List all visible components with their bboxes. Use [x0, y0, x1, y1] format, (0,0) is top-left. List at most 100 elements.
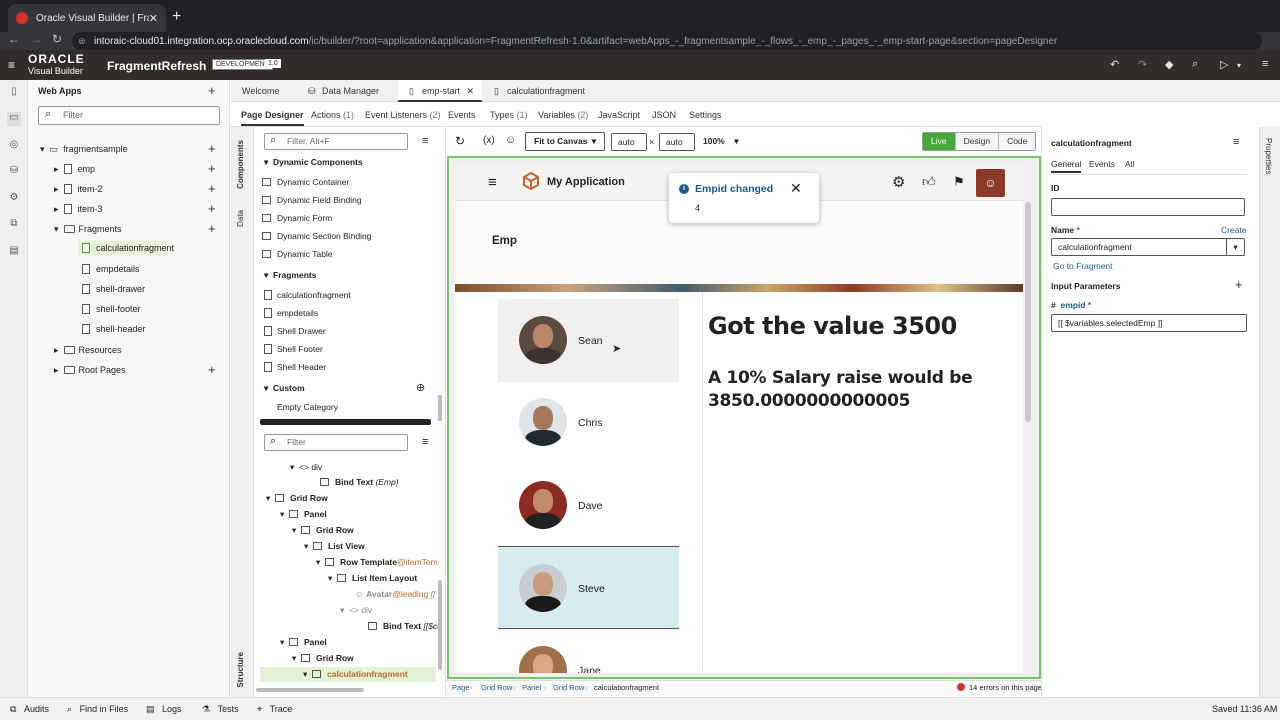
- tab-json[interactable]: JSON: [652, 104, 676, 126]
- section-fragments[interactable]: ▾ Fragments: [264, 270, 316, 281]
- mode-live-button[interactable]: Live: [923, 133, 956, 150]
- source-icon[interactable]: ▤: [7, 245, 21, 259]
- bookmark-icon[interactable]: ⚑: [953, 174, 965, 190]
- add-parameter-icon[interactable]: +: [1235, 277, 1243, 292]
- services-icon[interactable]: ◎: [7, 139, 21, 153]
- structure-node-row-template[interactable]: ▾ Row Template@itemTem: [316, 557, 438, 568]
- settings-gear-icon[interactable]: ⚙: [892, 173, 905, 191]
- tab-data-manager[interactable]: ⛁ Data Manager: [298, 80, 389, 102]
- add-page-icon[interactable]: +: [208, 201, 216, 216]
- structure-node-list-view[interactable]: ▾ List View: [304, 541, 365, 552]
- close-toast-icon[interactable]: ✕: [790, 180, 802, 197]
- component-dynamic-table[interactable]: Dynamic Table: [262, 249, 333, 259]
- more-menu-icon[interactable]: ≡: [1262, 58, 1268, 70]
- mode-design-button[interactable]: Design: [955, 133, 1000, 150]
- tree-item-shell-drawer[interactable]: shell-drawer: [82, 284, 145, 294]
- tab-welcome[interactable]: Welcome: [232, 80, 289, 102]
- errors-indicator[interactable]: 14 errors on this page: [957, 683, 1042, 692]
- add-category-icon[interactable]: ⊕: [416, 381, 425, 394]
- breadcrumb-grid-row[interactable]: Grid Row: [553, 683, 584, 692]
- back-icon[interactable]: ←: [8, 32, 20, 46]
- chevron-down-icon[interactable]: ▾: [1226, 239, 1244, 255]
- preview-scrollbar[interactable]: [1025, 202, 1031, 422]
- list-item[interactable]: Jane: [498, 629, 679, 673]
- new-tab-icon[interactable]: +: [172, 8, 181, 26]
- user-role-icon[interactable]: ☺: [505, 134, 516, 146]
- logs-button[interactable]: ▤ Logs: [146, 704, 182, 715]
- forward-icon[interactable]: →: [30, 32, 42, 46]
- component-empdetails[interactable]: empdetails: [264, 308, 318, 318]
- component-dynamic-form[interactable]: Dynamic Form: [262, 213, 332, 223]
- tree-item-shell-footer[interactable]: shell-footer: [82, 304, 141, 314]
- tab-all[interactable]: All: [1125, 159, 1134, 169]
- structure-node-calculationfragment[interactable]: ▾ calculationfragment: [260, 667, 436, 682]
- tab-variables[interactable]: Variables (2): [538, 104, 588, 126]
- tab-settings[interactable]: Settings: [689, 104, 722, 126]
- add-fragment-icon[interactable]: +: [208, 221, 216, 236]
- mobile-apps-icon[interactable]: ▯: [7, 86, 21, 100]
- tree-item-empdetails[interactable]: empdetails: [82, 264, 140, 274]
- tab-page-designer[interactable]: Page Designer: [241, 104, 304, 126]
- structure-node-bind-text-emp[interactable]: Bind Text (Emp): [320, 477, 399, 487]
- tab-events[interactable]: Events: [448, 104, 476, 126]
- git-icon[interactable]: ◆: [1165, 58, 1173, 71]
- panel-splitter[interactable]: [260, 419, 431, 425]
- list-item[interactable]: Chris: [498, 381, 679, 464]
- expand-chevron-icon[interactable]: ▾: [40, 144, 45, 154]
- tree-item-shell-header[interactable]: shell-header: [82, 324, 146, 334]
- structure-node-avatar[interactable]: ☺ Avatar@leading [[: [355, 589, 435, 599]
- structure-menu-icon[interactable]: ≡: [422, 436, 428, 448]
- id-input[interactable]: [1051, 198, 1245, 216]
- mode-code-button[interactable]: Code: [999, 133, 1036, 150]
- list-item-selected[interactable]: Steve: [498, 546, 679, 629]
- tab-actions[interactable]: Actions (1): [311, 104, 354, 126]
- site-info-icon[interactable]: ⊜: [78, 36, 86, 47]
- tab-event-listeners[interactable]: Event Listeners (2): [365, 104, 441, 126]
- tree-item-fragmentsample[interactable]: ▾ ▭ fragmentsample: [40, 144, 128, 155]
- search-icon[interactable]: ⌕: [1192, 58, 1198, 71]
- empid-parameter-input[interactable]: [[ $variables.selectedEmp ]]: [1051, 314, 1247, 332]
- browser-tab[interactable]: Oracle Visual Builder | Fragme ✕: [8, 4, 166, 32]
- web-apps-icon[interactable]: ▭: [7, 112, 21, 126]
- add-flow-icon[interactable]: +: [208, 141, 216, 156]
- canvas-height-input[interactable]: auto: [659, 133, 695, 151]
- tree-item-calculationfragment[interactable]: calculationfragment: [78, 241, 174, 255]
- add-web-app-icon[interactable]: +: [208, 83, 216, 98]
- component-dynamic-container[interactable]: Dynamic Container: [262, 177, 349, 187]
- add-page-icon[interactable]: +: [208, 161, 216, 176]
- structure-hscrollbar[interactable]: [256, 688, 364, 692]
- component-calculationfragment[interactable]: calculationfragment: [264, 290, 351, 300]
- breadcrumb-panel[interactable]: Panel: [522, 683, 541, 692]
- audits-button[interactable]: ⧉ Audits: [10, 704, 49, 715]
- tree-item-item-3[interactable]: ▸ item-3: [54, 204, 103, 215]
- go-to-fragment-link[interactable]: Go to Fragment: [1053, 261, 1113, 271]
- section-dynamic-components[interactable]: ▾ Dynamic Components: [264, 157, 363, 168]
- structure-node-grid-row[interactable]: ▾ Grid Row: [292, 653, 354, 664]
- tree-item-resources[interactable]: ▸ Resources: [54, 345, 122, 356]
- web-apps-filter-input[interactable]: Filter: [38, 106, 220, 125]
- tests-button[interactable]: ⚗ Tests: [202, 704, 239, 715]
- close-tab-icon[interactable]: ✕: [149, 12, 158, 25]
- list-item[interactable]: Dave: [498, 464, 679, 547]
- user-avatar-button[interactable]: ☺: [976, 169, 1005, 197]
- structure-scrollbar[interactable]: [438, 580, 442, 670]
- menu-icon[interactable]: ≡: [488, 174, 497, 191]
- trace-button[interactable]: ⌖ Trace: [257, 704, 292, 715]
- structure-node-div[interactable]: ▾ <> div: [340, 605, 372, 616]
- create-link[interactable]: Create: [1221, 225, 1247, 235]
- structure-node-div[interactable]: ▾ <> div: [290, 462, 322, 473]
- redo-icon[interactable]: ↷: [1138, 58, 1147, 71]
- tree-item-emp[interactable]: ▸ emp: [54, 164, 95, 175]
- undo-icon[interactable]: ↶: [1110, 58, 1119, 71]
- component-shell-footer[interactable]: Shell Footer: [264, 344, 323, 354]
- structure-node-bind-text[interactable]: Bind Text [[$cu: [368, 621, 442, 631]
- structure-node-grid-row[interactable]: ▾ Grid Row: [266, 493, 328, 504]
- component-shell-drawer[interactable]: Shell Drawer: [264, 326, 326, 336]
- run-icon[interactable]: ▷: [1220, 58, 1228, 71]
- components-filter-input[interactable]: Filter, Alt+F: [264, 133, 408, 150]
- run-menu-chevron-icon[interactable]: ▾: [1237, 61, 1241, 70]
- add-root-page-icon[interactable]: +: [208, 362, 216, 377]
- tab-general[interactable]: General: [1051, 159, 1082, 173]
- structure-node-panel[interactable]: ▾ Panel: [280, 637, 327, 648]
- rail-tab-data[interactable]: Data: [236, 210, 245, 227]
